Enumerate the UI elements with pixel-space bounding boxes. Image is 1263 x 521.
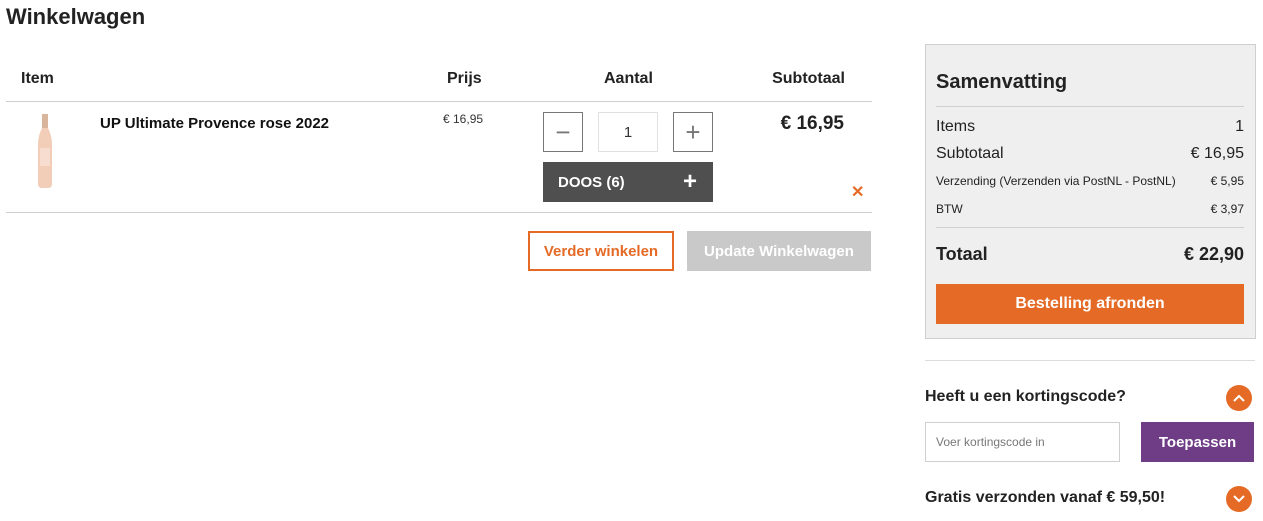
column-header-item: Item xyxy=(21,70,54,87)
column-header-quantity: Aantal xyxy=(604,70,653,87)
summary-shipping-label: Verzending (Verzenden via PostNL - PostN… xyxy=(936,174,1176,188)
summary-subtotal-label: Subtotaal xyxy=(936,144,1004,162)
plus-icon: + xyxy=(685,117,701,147)
product-price: € 16,95 xyxy=(443,112,484,126)
cart-table: Item Prijs Aantal Subtotaal UP Ultimate … xyxy=(6,60,872,271)
quantity-decrease-button[interactable]: − xyxy=(543,112,583,152)
box-button-label: DOOS (6) xyxy=(558,173,625,191)
summary-tax-row: BTW € 3,97 xyxy=(936,195,1244,223)
checkout-button[interactable]: Bestelling afronden xyxy=(936,284,1244,324)
column-header-price: Prijs xyxy=(447,70,482,87)
product-name[interactable]: UP Ultimate Provence rose 2022 xyxy=(100,115,329,132)
chevron-down-icon[interactable] xyxy=(1226,486,1252,512)
summary-items-row: Items 1 xyxy=(936,113,1244,140)
chevron-up-icon[interactable] xyxy=(1226,385,1252,411)
summary-title: Samenvatting xyxy=(936,45,1244,107)
remove-item-icon[interactable]: ✕ xyxy=(851,182,864,202)
summary-tax-label: BTW xyxy=(936,202,963,216)
page-title: Winkelwagen xyxy=(6,4,146,29)
summary-subtotal-value: € 16,95 xyxy=(1190,144,1244,162)
quantity-increase-button[interactable]: + xyxy=(673,112,713,152)
summary-items-value: 1 xyxy=(1235,117,1244,135)
summary-shipping-row: Verzending (Verzenden via PostNL - PostN… xyxy=(936,167,1244,195)
summary-subtotal-row: Subtotaal € 16,95 xyxy=(936,140,1244,167)
cart-header: Item Prijs Aantal Subtotaal xyxy=(6,60,872,102)
summary-tax-value: € 3,97 xyxy=(1210,202,1244,216)
minus-icon: − xyxy=(555,117,571,147)
summary-total-label: Totaal xyxy=(936,243,988,264)
coupon-input[interactable] xyxy=(925,422,1120,462)
summary-rows: Items 1 Subtotaal € 16,95 Verzending (Ve… xyxy=(936,107,1244,228)
summary-total-value: € 22,90 xyxy=(1183,243,1244,264)
plus-icon: + xyxy=(682,168,697,195)
line-subtotal: € 16,95 xyxy=(780,113,844,134)
divider xyxy=(925,360,1255,361)
summary-total-row: Totaal € 22,90 xyxy=(936,230,1244,278)
column-header-subtotal: Subtotaal xyxy=(772,70,845,87)
quantity-input[interactable] xyxy=(598,112,658,152)
coupon-title[interactable]: Heeft u een kortingscode? xyxy=(925,388,1126,406)
order-summary: Samenvatting Items 1 Subtotaal € 16,95 V… xyxy=(925,44,1256,339)
update-cart-button[interactable]: Update Winkelwagen xyxy=(687,231,871,271)
continue-shopping-button[interactable]: Verder winkelen xyxy=(528,231,674,271)
apply-coupon-button[interactable]: Toepassen xyxy=(1141,422,1254,462)
product-image[interactable] xyxy=(36,114,54,188)
add-box-button[interactable]: DOOS (6) + xyxy=(543,162,713,202)
summary-items-label: Items xyxy=(936,117,976,135)
free-shipping-title[interactable]: Gratis verzonden vanaf € 59,50! xyxy=(925,489,1165,507)
summary-shipping-value: € 5,95 xyxy=(1210,174,1244,188)
cart-row: UP Ultimate Provence rose 2022 € 16,95 −… xyxy=(6,102,872,213)
